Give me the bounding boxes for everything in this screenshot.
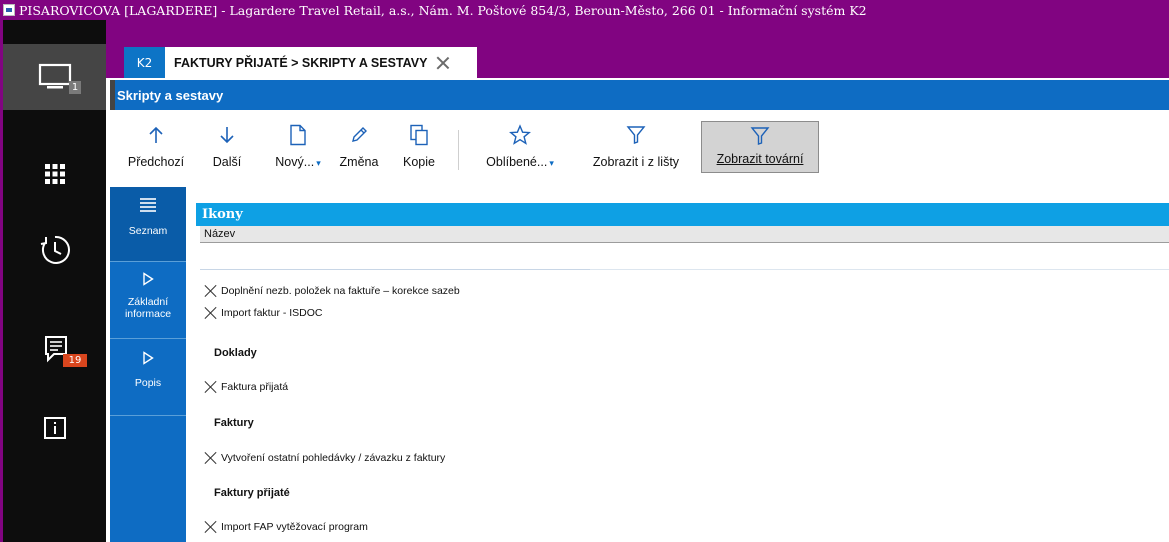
next-label: Další bbox=[212, 155, 242, 169]
copy-icon bbox=[410, 124, 428, 146]
script-icon bbox=[204, 451, 218, 465]
side-item-description[interactable]: Popis bbox=[110, 339, 186, 415]
apps-grid-icon bbox=[44, 164, 65, 184]
module-title: Skripty a sestavy bbox=[110, 80, 1169, 110]
monitor-icon bbox=[38, 63, 71, 89]
toolbar: Předchozí Další Nový... ▾ Změna Kopie Obl… bbox=[110, 114, 1169, 185]
previous-button[interactable]: Předchozí bbox=[124, 114, 188, 185]
rail-item-history[interactable] bbox=[3, 217, 106, 283]
script-icon bbox=[204, 520, 218, 534]
messages-count-badge: 19 bbox=[63, 354, 87, 367]
copy-button[interactable]: Kopie bbox=[394, 114, 444, 185]
chevron-down-icon: ▾ bbox=[549, 158, 554, 168]
show-from-bar-label: Zobrazit i z lišty bbox=[592, 155, 680, 169]
list-item[interactable]: Vytvoření ostatní pohledávky / závazku z… bbox=[200, 448, 700, 468]
new-document-icon bbox=[290, 124, 306, 146]
side-panel: Seznam Základní informace Popis bbox=[110, 187, 186, 542]
content-header: Ikony bbox=[196, 203, 1169, 226]
rail-item-desktop[interactable]: 1 bbox=[3, 44, 106, 110]
group-header: Faktury přijaté bbox=[214, 487, 290, 499]
play-icon bbox=[143, 351, 154, 365]
list-item[interactable]: Import FAP vytěžovací program bbox=[200, 517, 700, 537]
filter-row[interactable] bbox=[200, 243, 1169, 270]
rail-item-apps[interactable] bbox=[3, 141, 106, 207]
side-item-basic-info[interactable]: Základní informace bbox=[110, 262, 186, 338]
list-item[interactable]: Faktura přijatá bbox=[200, 377, 700, 397]
favorites-label: Oblíbené... ▾ bbox=[486, 155, 554, 169]
side-divider bbox=[110, 415, 186, 416]
tab-label: FAKTURY PŘIJATÉ > SKRIPTY A SESTAVY bbox=[174, 55, 428, 70]
side-item-basic-info-label: Základní informace bbox=[124, 296, 172, 320]
copy-label: Kopie bbox=[403, 155, 435, 169]
rail-item-messages[interactable]: 19 bbox=[3, 316, 106, 382]
history-icon bbox=[40, 235, 70, 264]
list-item[interactable]: Doplnění nezb. položek na faktuře – kore… bbox=[200, 281, 700, 301]
toolbar-separator bbox=[458, 130, 459, 170]
list-item-label: Vytvoření ostatní pohledávky / závazku z… bbox=[221, 452, 446, 464]
list-item-label: Import faktur - ISDOC bbox=[221, 307, 323, 319]
tab-k2[interactable]: K2 bbox=[124, 47, 165, 78]
content-panel: Ikony Název Doplnění nezb. položek na fa… bbox=[196, 197, 1169, 542]
info-icon bbox=[43, 417, 66, 439]
rail-item-info[interactable] bbox=[3, 395, 106, 461]
new-button[interactable]: Nový... ▾ bbox=[268, 114, 328, 185]
list-icon bbox=[140, 198, 156, 212]
group-header: Doklady bbox=[214, 347, 257, 359]
group-header: Faktury bbox=[214, 417, 254, 429]
window-titlebar: PISAROVICOVA [LAGARDERE] - Lagardere Tra… bbox=[0, 0, 1169, 20]
filter-cell[interactable] bbox=[200, 243, 590, 270]
next-button[interactable]: Další bbox=[204, 114, 250, 185]
list-item[interactable]: Import faktur - ISDOC bbox=[200, 303, 700, 323]
filter-icon bbox=[626, 126, 646, 144]
script-icon bbox=[204, 284, 218, 298]
window-title: PISAROVICOVA [LAGARDERE] - Lagardere Tra… bbox=[19, 2, 867, 18]
module-header: Skripty a sestavy bbox=[106, 78, 1169, 114]
show-from-bar-button[interactable]: Zobrazit i z lišty bbox=[582, 114, 690, 185]
play-icon bbox=[143, 272, 154, 286]
k2-app-icon[interactable] bbox=[3, 4, 15, 16]
edit-button[interactable]: Změna bbox=[334, 114, 384, 185]
arrow-down-icon bbox=[220, 127, 234, 144]
star-icon bbox=[509, 124, 531, 145]
side-item-list[interactable]: Seznam bbox=[110, 187, 186, 261]
close-icon[interactable] bbox=[436, 56, 450, 70]
script-icon bbox=[204, 306, 218, 320]
new-label: Nový... ▾ bbox=[275, 155, 321, 169]
show-factory-button[interactable]: Zobrazit tovární bbox=[701, 121, 819, 173]
show-factory-label: Zobrazit tovární bbox=[716, 152, 804, 166]
desktop-count-badge: 1 bbox=[69, 81, 81, 94]
side-item-list-label: Seznam bbox=[128, 225, 168, 237]
script-icon bbox=[204, 380, 218, 394]
left-navigation-rail: 1 19 bbox=[0, 20, 106, 542]
side-item-description-label: Popis bbox=[134, 377, 162, 389]
list-item-label: Doplnění nezb. položek na faktuře – kore… bbox=[221, 285, 460, 297]
favorites-button[interactable]: Oblíbené... ▾ bbox=[478, 114, 562, 185]
tab-skripty-a-sestavy[interactable]: FAKTURY PŘIJATÉ > SKRIPTY A SESTAVY bbox=[165, 47, 477, 78]
edit-label: Změna bbox=[339, 155, 379, 169]
list-item-label: Import FAP vytěžovací program bbox=[221, 521, 368, 533]
filter-icon bbox=[750, 127, 770, 145]
list-item-label: Faktura přijatá bbox=[221, 381, 289, 393]
pencil-icon bbox=[352, 127, 367, 142]
column-header-name[interactable]: Název bbox=[200, 226, 1169, 243]
chevron-down-icon: ▾ bbox=[316, 158, 321, 168]
previous-label: Předchozí bbox=[127, 155, 185, 169]
arrow-up-icon bbox=[149, 126, 163, 143]
